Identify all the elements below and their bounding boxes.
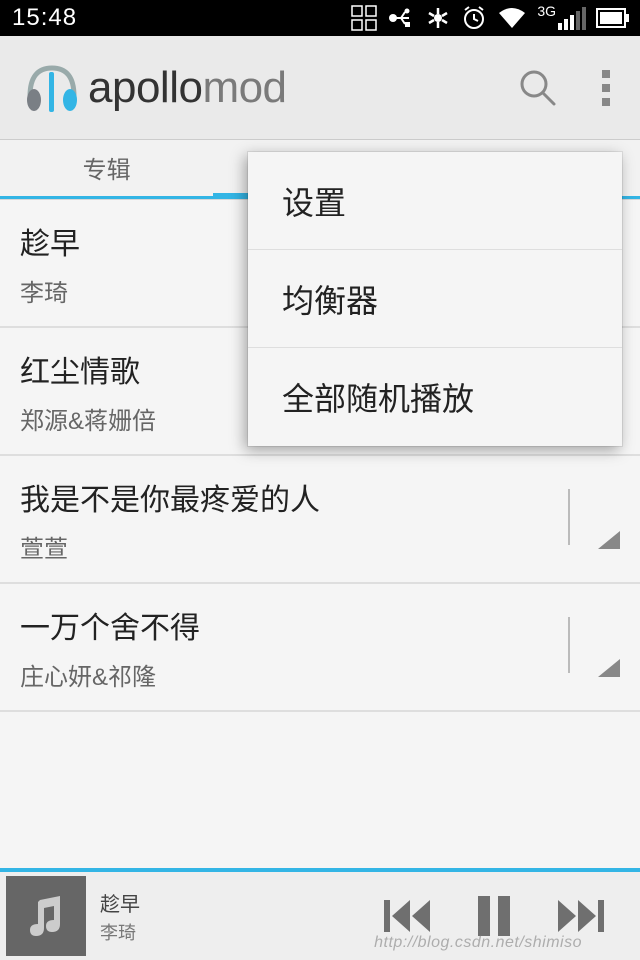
list-item[interactable]: 一万个舍不得 庄心妍&祁隆 [0, 584, 640, 712]
previous-button[interactable] [384, 898, 430, 934]
app-logo[interactable]: apollomod [20, 56, 516, 120]
usb-icon [387, 6, 415, 30]
status-icons: 3G [351, 5, 630, 31]
overflow-menu-icon[interactable] [600, 66, 612, 110]
alarm-icon [461, 5, 487, 31]
status-time: 15:48 [12, 4, 77, 32]
song-title: 一万个舍不得 [20, 603, 560, 647]
song-artist: 萱萱 [20, 529, 560, 564]
apps-icon [351, 5, 377, 31]
album-art[interactable] [6, 876, 86, 956]
item-options-icon[interactable] [560, 489, 620, 549]
now-playing-artist: 李琦 [100, 919, 384, 945]
signal-icon [558, 6, 586, 30]
overflow-menu: 设置 均衡器 全部随机播放 [248, 152, 622, 446]
battery-icon [596, 8, 630, 28]
player-info[interactable]: 趁早 李琦 [100, 888, 384, 945]
logo-text: apollomod [88, 63, 287, 113]
network-label: 3G [537, 3, 556, 19]
watermark: http://blog.csdn.net/shimiso [374, 934, 582, 952]
menu-item-equalizer[interactable]: 均衡器 [248, 250, 622, 348]
menu-item-settings[interactable]: 设置 [248, 152, 622, 250]
wifi-icon [497, 6, 527, 30]
status-bar: 15:48 3G [0, 0, 640, 36]
tab-albums[interactable]: 专辑 [0, 150, 213, 199]
search-icon[interactable] [516, 66, 560, 110]
list-item[interactable]: 我是不是你最疼爱的人 萱萱 [0, 456, 640, 584]
headphones-icon [20, 56, 84, 120]
song-artist: 庄心妍&祁隆 [20, 657, 560, 692]
item-options-icon[interactable] [560, 617, 620, 677]
now-playing-title: 趁早 [100, 888, 384, 917]
song-title: 我是不是你最疼爱的人 [20, 475, 560, 519]
sync-icon [425, 5, 451, 31]
music-note-icon [24, 894, 68, 938]
next-button[interactable] [558, 898, 604, 934]
pause-button[interactable] [478, 896, 510, 936]
app-bar: apollomod [0, 36, 640, 140]
menu-item-shuffle-all[interactable]: 全部随机播放 [248, 348, 622, 446]
